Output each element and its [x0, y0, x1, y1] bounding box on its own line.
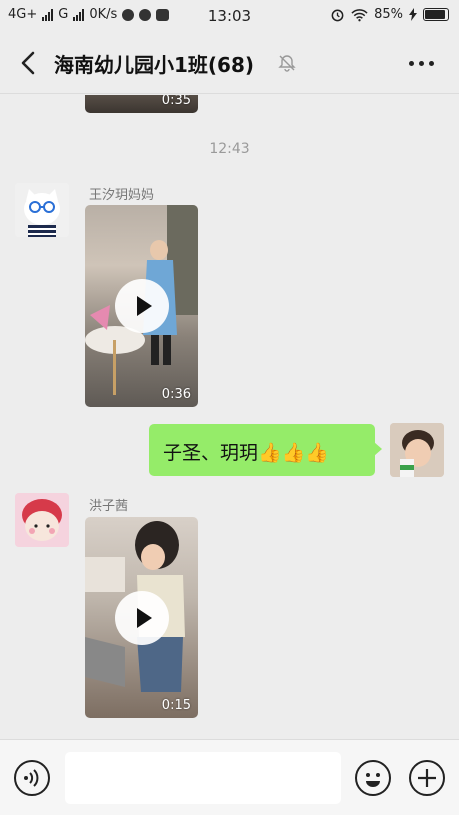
charging-icon	[409, 8, 417, 21]
more-dots-icon[interactable]	[409, 52, 439, 74]
doll-avatar-image	[15, 493, 69, 547]
video-duration: 0:35	[161, 95, 191, 108]
plus-icon[interactable]	[409, 760, 445, 796]
avatar[interactable]	[15, 493, 69, 547]
cat-avatar-image	[15, 183, 69, 237]
battery-percent: 85%	[374, 7, 403, 22]
message-input[interactable]	[65, 752, 341, 804]
status-bar: 4G+ G 0K/s 13:03 85%	[0, 0, 459, 32]
text-message-bubble[interactable]: 子圣、玥玥👍👍👍	[149, 424, 382, 476]
chat-header: 海南幼儿园小1班(68)	[0, 32, 459, 94]
video-duration: 0:15	[161, 698, 191, 713]
back-icon[interactable]	[14, 48, 44, 78]
battery-icon	[423, 8, 449, 21]
video-message-top[interactable]: 0:35	[85, 95, 198, 113]
sender-name: 洪子茜	[89, 499, 129, 514]
my-avatar[interactable]	[390, 423, 444, 477]
input-bar	[0, 739, 459, 815]
chat-area[interactable]: 0:35 12:43 王汐玥妈妈 0:36 子圣、玥玥👍👍👍 洪子茜 0:15	[0, 95, 459, 738]
play-icon[interactable]	[114, 590, 169, 645]
voice-icon[interactable]	[14, 760, 50, 796]
sender-name: 王汐玥妈妈	[89, 188, 155, 203]
video-duration: 0:36	[161, 387, 191, 402]
alarm-icon	[331, 9, 344, 22]
play-icon[interactable]	[114, 279, 169, 333]
wifi-icon	[351, 8, 368, 21]
avatar[interactable]	[15, 183, 69, 237]
chat-title: 海南幼儿园小1班(68)	[54, 53, 255, 77]
video-message[interactable]: 0:36	[85, 205, 198, 407]
time-separator: 12:43	[209, 141, 250, 157]
video-message[interactable]: 0:15	[85, 517, 198, 718]
emoji-icon[interactable]	[355, 760, 391, 796]
child-avatar-image	[390, 423, 444, 477]
bell-off-icon	[278, 55, 296, 72]
